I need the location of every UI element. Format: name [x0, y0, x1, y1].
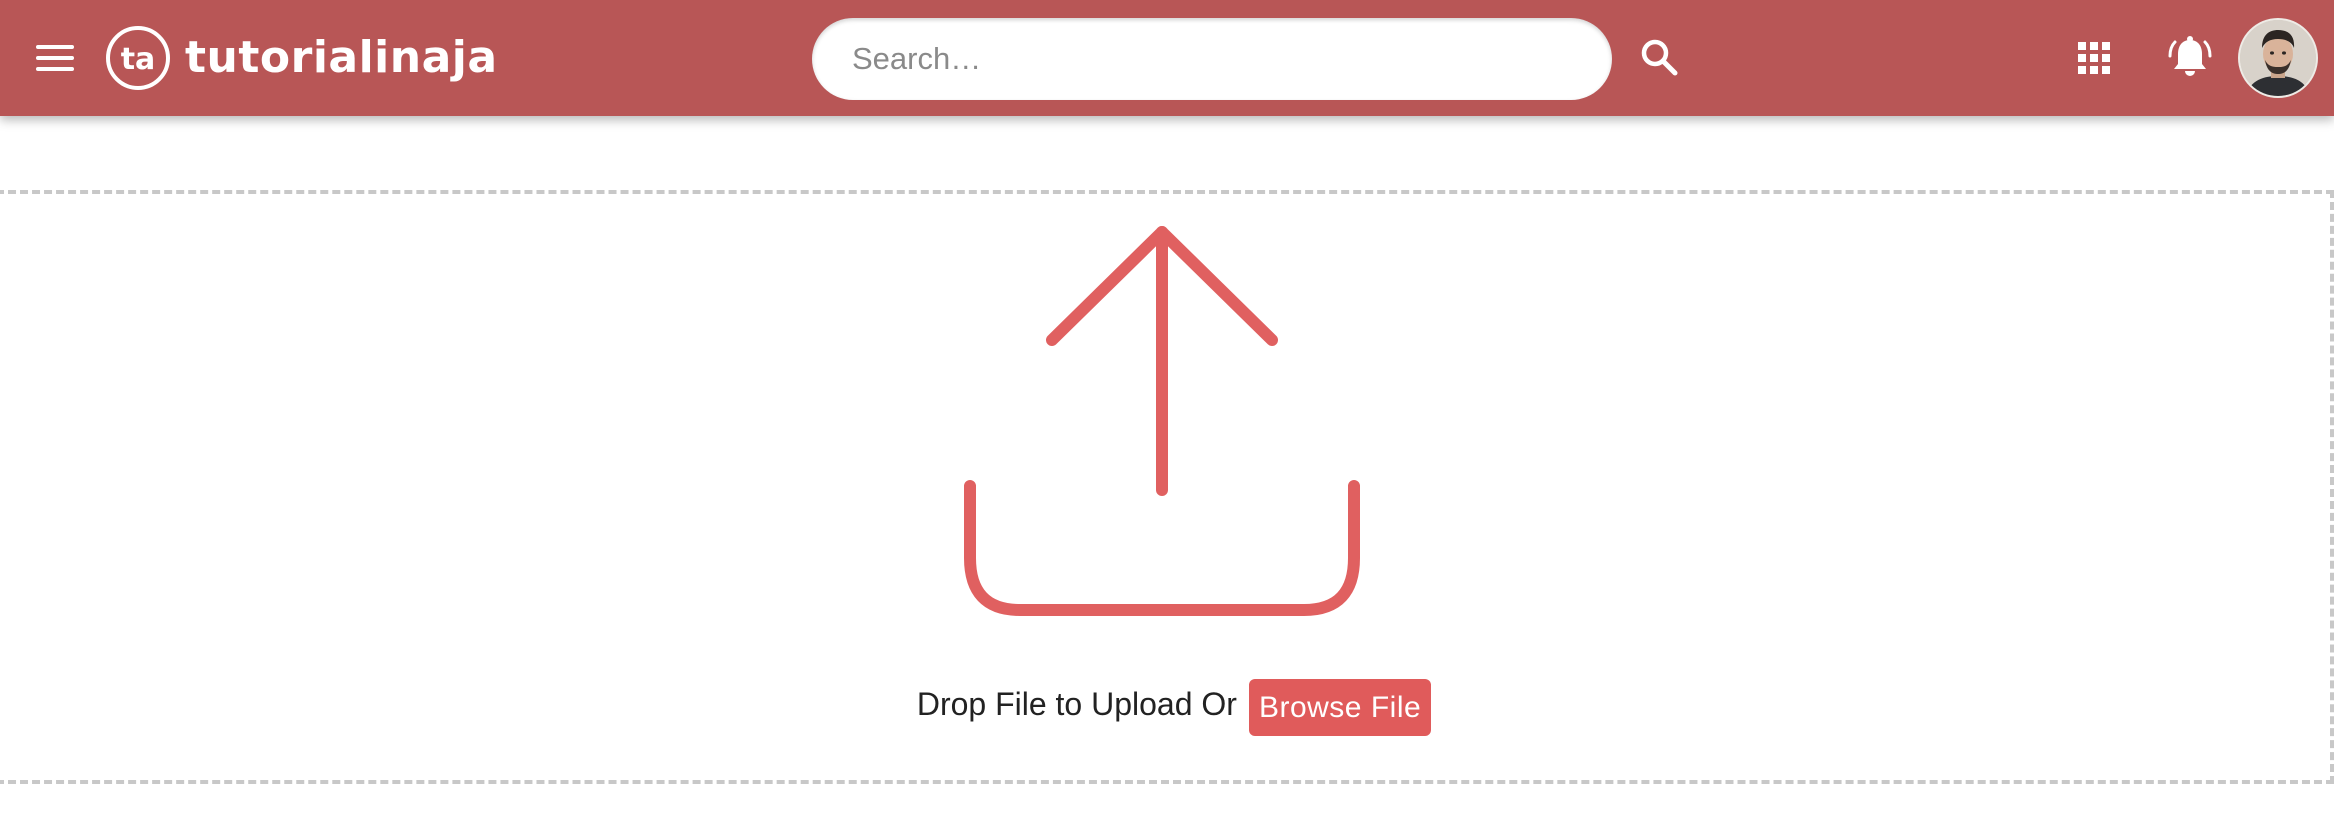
brand[interactable]: ta tutorialinaja: [105, 24, 498, 92]
brand-logo: ta: [106, 26, 170, 90]
search-box: [812, 18, 1612, 100]
upload-icon: [964, 226, 1360, 616]
apps-grid-icon: [2078, 42, 2110, 74]
upload-prompt: Drop File to Upload Or Browse File: [0, 672, 2334, 736]
search-input[interactable]: [850, 40, 1574, 78]
drop-file-text: Drop File to Upload Or: [916, 685, 1237, 722]
apps-button[interactable]: [2068, 28, 2120, 88]
top-app-bar: ta tutorialinaja: [0, 0, 2334, 116]
search-icon: [1641, 39, 1678, 76]
browse-file-button[interactable]: Browse File: [1248, 678, 1432, 736]
search-button[interactable]: [1630, 24, 1688, 90]
avatar-image: [2240, 20, 2316, 96]
user-avatar[interactable]: [2238, 18, 2318, 98]
bell-ringing-icon: [2168, 36, 2212, 76]
menu-icon: [36, 45, 74, 71]
brand-name: tutorialinaja: [185, 32, 498, 83]
menu-button[interactable]: [20, 25, 90, 91]
notifications-button[interactable]: [2160, 24, 2220, 90]
brand-logo-text: ta: [121, 42, 156, 77]
